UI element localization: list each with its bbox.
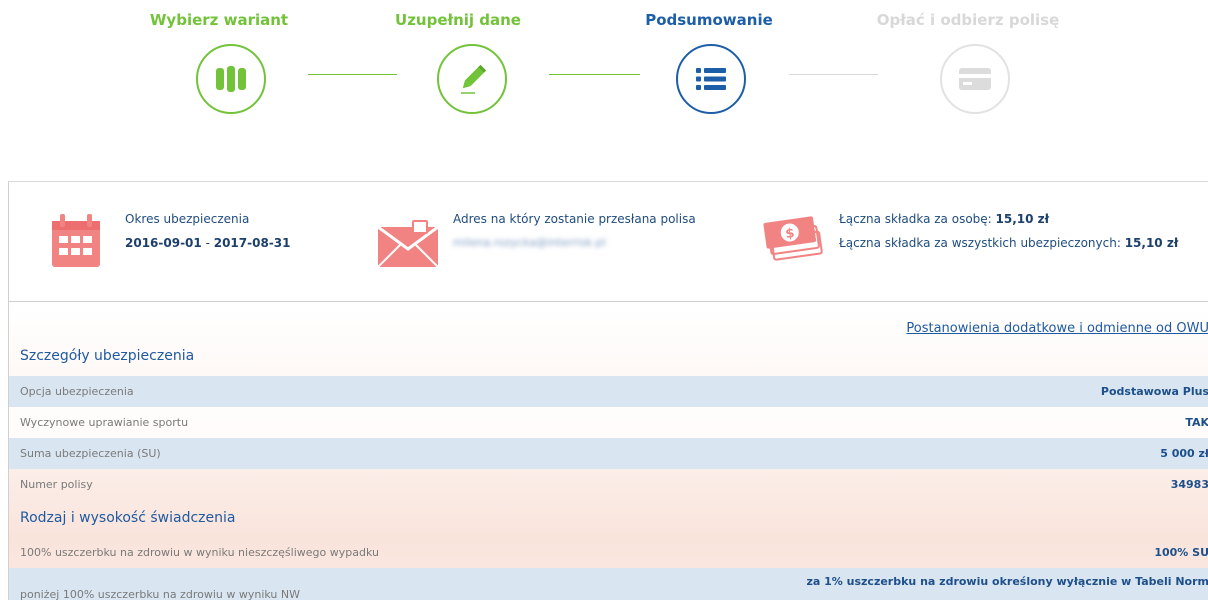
row-value: 5 000 zł: [1160, 447, 1208, 460]
row-value: TAK: [1185, 416, 1208, 429]
period-value: 2016-09-01 - 2017-08-31: [125, 236, 291, 250]
table-row: poniżej 100% uszczerbku na zdrowiu w wyn…: [9, 568, 1208, 600]
row-label: Opcja ubezpieczenia: [20, 385, 134, 398]
delivery-address: Adres na który zostanie przesłana polisa…: [453, 212, 696, 249]
policy-summary-card: Okres ubezpieczenia 2016-09-01 - 2017-08…: [8, 181, 1208, 600]
row-label: Numer polisy: [20, 478, 93, 491]
table-row: 100% uszczerbku na zdrowiu w wyniku nies…: [9, 534, 1208, 566]
summary-info-row: Okres ubezpieczenia 2016-09-01 - 2017-08…: [9, 182, 1208, 302]
step-connector-3: [789, 74, 878, 75]
premium-summary: Łączna składka za osobę: 15,10 zł Łączna…: [839, 212, 1178, 250]
insurance-period: Okres ubezpieczenia 2016-09-01 - 2017-08…: [125, 212, 291, 250]
step-3-label: Podsumowanie: [645, 11, 773, 29]
row-value: za 1% uszczerbku na zdrowiu określony wy…: [806, 575, 1208, 588]
insurance-details-title: Szczegóły ubezpieczenia: [20, 348, 195, 364]
row-label: Suma ubezpieczenia (SU): [20, 447, 161, 460]
address-value: milena.rozycka@interrisk.pl: [453, 236, 606, 249]
address-label: Adres na który zostanie przesłana polisa: [453, 212, 696, 226]
step-connector-2: [549, 74, 640, 75]
calendar-icon: [52, 214, 100, 267]
columns-icon: [216, 66, 246, 92]
progress-stepper: Wybierz wariant Uzupełnij dane Podsumowa…: [0, 0, 1208, 130]
row-value: 34983: [1170, 478, 1208, 491]
step-1-circle[interactable]: [196, 44, 266, 114]
step-connector-1: [308, 74, 397, 75]
premium-person-value: 15,10 zł: [995, 212, 1050, 226]
step-4-label: Opłać i odbierz polisę: [876, 11, 1060, 29]
row-label: poniżej 100% uszczerbku na zdrowiu w wyn…: [20, 588, 300, 600]
step-3-circle[interactable]: [676, 44, 746, 114]
credit-card-icon: [959, 68, 991, 90]
row-value: Podstawowa Plus: [1100, 385, 1208, 398]
period-start: 2016-09-01: [125, 236, 202, 250]
period-end: 2017-08-31: [213, 236, 291, 250]
money-icon: $: [763, 216, 823, 261]
row-label: 100% uszczerbku na zdrowiu w wyniku nies…: [20, 546, 379, 559]
envelope-icon: [377, 220, 439, 268]
step-2-label: Uzupełnij dane: [395, 11, 521, 29]
premium-person-label: Łączna składka za osobę:: [839, 212, 996, 226]
premium-total: Łączna składka za wszystkich ubezpieczon…: [839, 236, 1178, 250]
table-row: Opcja ubezpieczenia Podstawowa Plus: [9, 376, 1208, 407]
premium-all-label: Łączna składka za wszystkich ubezpieczon…: [839, 236, 1125, 250]
step-1-label: Wybierz wariant: [149, 11, 289, 29]
owu-provisions-link[interactable]: Postanowienia dodatkowe i odmienne od OW…: [906, 321, 1208, 336]
table-row: Numer polisy 34983: [9, 469, 1208, 500]
benefits-title: Rodzaj i wysokość świadczenia: [20, 510, 236, 526]
row-label: Wyczynowe uprawianie sportu: [20, 416, 189, 429]
table-row: Wyczynowe uprawianie sportu TAK: [9, 407, 1208, 438]
period-label: Okres ubezpieczenia: [125, 212, 250, 226]
period-separator: -: [201, 236, 214, 250]
pencil-icon: [461, 64, 487, 94]
premium-all-value: 15,10 zł: [1124, 236, 1179, 250]
table-row: Suma ubezpieczenia (SU) 5 000 zł: [9, 438, 1208, 469]
step-2-circle[interactable]: [437, 44, 507, 114]
row-value: 100% SU: [1154, 546, 1208, 559]
list-icon: [696, 68, 726, 90]
premium-per-person: Łączna składka za osobę: 15,10 zł: [839, 212, 1178, 226]
step-4-circle[interactable]: [940, 44, 1010, 114]
